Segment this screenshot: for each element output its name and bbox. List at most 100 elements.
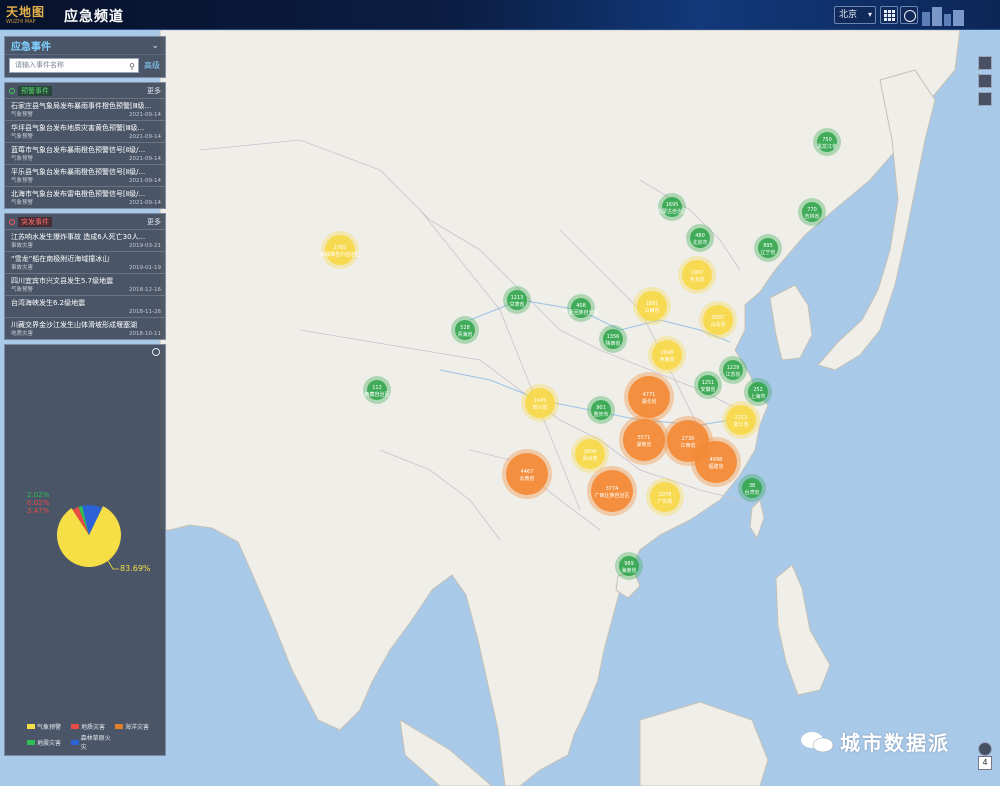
event-search-input[interactable]: 请输入事件名称 ⚲ [9, 58, 139, 73]
cluster-marker[interactable]: 2078广东省 [646, 478, 684, 516]
cluster-count: 1213 [511, 295, 524, 301]
cluster-name: 河北省 [689, 276, 704, 283]
cluster-count: 5571 [638, 435, 651, 441]
cluster-marker[interactable]: 2007山东省 [699, 301, 737, 339]
cluster-name: 广东省 [657, 498, 672, 505]
legend-swatch [71, 724, 79, 729]
emergency-events-header: 突发事件 更多 [5, 214, 165, 229]
cluster-marker[interactable]: 1907河北省 [678, 256, 716, 294]
cluster-count: 989 [624, 561, 634, 567]
chevron-down-icon[interactable]: ⌄ [151, 41, 159, 51]
city-selector[interactable]: 北京 ▾ [834, 6, 876, 24]
cluster-marker[interactable]: 750黑龙江省 [813, 128, 841, 156]
apps-grid-icon[interactable] [880, 6, 898, 24]
cluster-count: 901 [596, 405, 606, 411]
search-icon[interactable]: ⚲ [129, 60, 135, 73]
list-item[interactable]: 石家庄县气象局发布暴雨事件橙色预警[Ⅲ级... 气象预警 2021-09-14 [5, 98, 165, 120]
cluster-marker[interactable]: 4771湖北省 [624, 372, 674, 422]
emergency-more-link[interactable]: 更多 [147, 217, 161, 227]
cluster-marker[interactable]: 528青海省 [451, 316, 479, 344]
top-header: 天地图 WUZHI MAP 应急频道 北京 ▾ [0, 0, 1000, 30]
search-header[interactable]: 应急事件 ⌄ [5, 37, 165, 55]
cluster-name: 台湾省 [744, 489, 759, 496]
cluster-marker[interactable]: 1213甘肃省 [503, 286, 531, 314]
pie-label-line [106, 558, 119, 570]
list-item[interactable]: 川藏交界金沙江发生山体滑坡形成堰塞湖 地质灾害 2018-10-11 [5, 317, 165, 339]
cluster-name: 安徽省 [700, 386, 715, 393]
cluster-marker[interactable]: 1945四川省 [521, 384, 559, 422]
legend-item[interactable]: 森林草原火灾 [71, 733, 115, 751]
cluster-marker[interactable]: 252上海市 [744, 378, 772, 406]
cluster-name: 江苏省 [725, 371, 740, 378]
cluster-marker[interactable]: 4998福建省 [691, 437, 741, 487]
cluster-name: 辽宁省 [760, 249, 775, 256]
cluster-marker[interactable]: 901重庆市 [587, 396, 615, 424]
cluster-marker[interactable]: 989海南省 [615, 552, 643, 580]
cluster-marker[interactable]: 770吉林省 [798, 198, 826, 226]
legend-item[interactable]: 海洋灾害 [115, 722, 159, 731]
globe-icon[interactable] [978, 742, 992, 756]
city-label: 北京 [839, 10, 858, 20]
emergency-events-label: 突发事件 [18, 216, 52, 227]
legend-swatch [27, 739, 35, 745]
cluster-marker[interactable]: 3774广西壮族自治区 [587, 466, 637, 516]
cluster-count: 2609 [584, 449, 597, 455]
list-item[interactable]: 台湾海峡发生6.2级地震 2018-11-26 [5, 295, 165, 317]
cluster-name: 陕西省 [605, 340, 620, 347]
watermark-text: 城市数据派 [840, 731, 950, 755]
list-item[interactable]: 北海市气象台发布雷电橙色预警信号[Ⅱ级/... 气象预警 2021-09-14 [5, 186, 165, 208]
cluster-name: 四川省 [532, 404, 547, 411]
search-placeholder: 请输入事件名称 [15, 61, 64, 69]
legend-label: 地震灾害 [37, 739, 62, 747]
document-tool-icon[interactable] [978, 74, 992, 88]
cluster-name: 内蒙古自治区 [657, 208, 687, 215]
cluster-name: 宁夏回族自治区 [563, 309, 598, 316]
legend-item[interactable]: 地质灾害 [71, 722, 115, 731]
locate-tool-icon[interactable] [978, 56, 992, 70]
cluster-name: 新疆维吾尔自治区 [320, 251, 360, 258]
cluster-marker[interactable]: 1251安徽省 [694, 371, 722, 399]
cluster-marker[interactable]: 5571湖南省 [619, 415, 669, 465]
cluster-count: 1229 [727, 365, 740, 371]
cluster-marker[interactable]: 895辽宁省 [754, 234, 782, 262]
warning-more-link[interactable]: 更多 [147, 86, 161, 96]
list-item[interactable]: 平乐县气象台发布暴雨橙色预警信号[Ⅱ级/... 气象预警 2021-09-14 [5, 164, 165, 186]
cluster-count: 1356 [607, 334, 620, 340]
cluster-marker[interactable]: 480北京市 [686, 224, 714, 252]
cluster-count: 480 [695, 233, 705, 239]
cluster-marker[interactable]: 2048河南省 [648, 336, 686, 374]
list-item[interactable]: 华坪县气象台发布地质灾害黄色预警[Ⅲ级... 气象预警 2021-09-14 [5, 120, 165, 142]
list-item[interactable]: 江苏响水发生爆炸事故 造成6人死亡30人... 事故灾害 2019-03-21 [5, 229, 165, 251]
cluster-name: 重庆市 [593, 411, 608, 418]
image-tool-icon[interactable] [978, 92, 992, 106]
cluster-count: 112 [372, 385, 382, 391]
user-icon[interactable] [900, 6, 918, 24]
cluster-marker[interactable]: 1356陕西省 [599, 325, 627, 353]
event-pie-chart: 83.69% 2.02%0.02%3.47% [27, 491, 151, 573]
cluster-count: 1891 [646, 301, 659, 307]
cluster-marker[interactable]: 38台湾省 [738, 474, 766, 502]
legend-label: 气象预警 [37, 724, 62, 731]
advanced-search-link[interactable]: 高级 [144, 60, 160, 71]
cluster-count: 4998 [710, 457, 723, 463]
list-item[interactable]: “雪龙”船在南极附近海域撞冰山 事故灾害 2019-01-19 [5, 251, 165, 273]
emergency-events-section: 突发事件 更多 江苏响水发生爆炸事故 造成6人死亡30人... 事故灾害 2019-… [4, 213, 166, 340]
list-item[interactable]: 蓝莓市气象台发布暴雨橙色预警信号[Ⅱ级/... 气象预警 2021-09-14 [5, 142, 165, 164]
legend-item[interactable]: 气象预警 [27, 722, 71, 731]
cluster-marker[interactable]: 4467云南省 [502, 449, 552, 499]
list-item[interactable]: 四川宜宾市兴文县发生5.7级地震 气象预警 2018-12-16 [5, 273, 165, 295]
cluster-marker[interactable]: 2212浙江省 [722, 401, 760, 439]
cluster-name: 山东省 [710, 321, 725, 328]
cluster-count: 3774 [606, 486, 619, 492]
warning-events-header: 预警事件 更多 [5, 83, 165, 98]
cluster-name: 上海市 [750, 393, 765, 400]
cluster-count: 1907 [691, 270, 704, 276]
cluster-marker[interactable]: 2609贵州省 [571, 435, 609, 473]
cluster-marker[interactable]: 1229江苏省 [719, 356, 747, 384]
cluster-marker[interactable]: 1891山西省 [633, 287, 671, 325]
cluster-marker[interactable]: 112西藏自治区 [363, 376, 391, 404]
cluster-name: 福建省 [708, 463, 723, 470]
logo[interactable]: 天地图 WUZHI MAP [6, 3, 52, 27]
cluster-name: 海南省 [621, 567, 636, 574]
legend-item[interactable]: 地震灾害 [27, 733, 71, 751]
